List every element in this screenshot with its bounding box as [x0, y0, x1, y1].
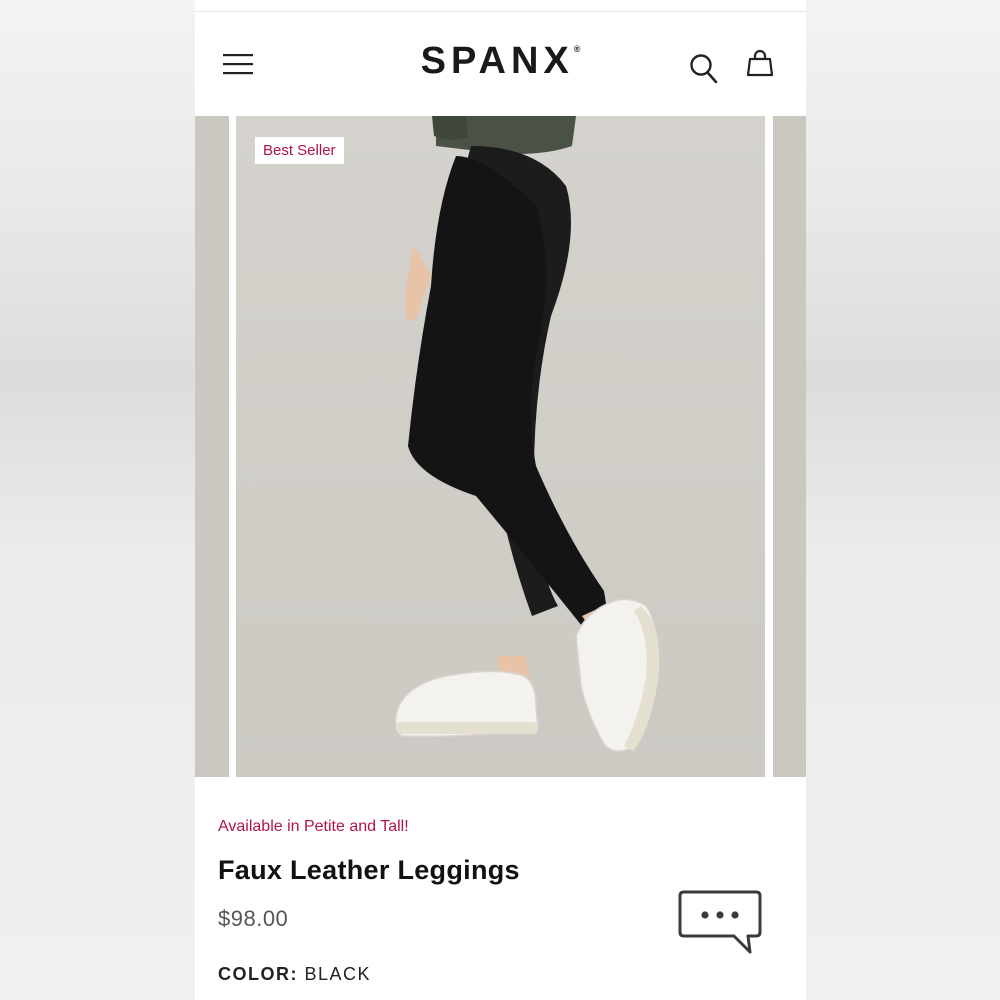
background-right [806, 0, 1000, 1000]
product-title: Faux Leather Leggings [218, 855, 520, 885]
chat-bubble-icon[interactable] [678, 888, 762, 958]
product-photo-illustration [394, 116, 660, 752]
product-image[interactable]: Best Seller [236, 116, 765, 777]
color-value: BLACK [304, 964, 372, 984]
product-image-carousel[interactable]: Best Seller [195, 116, 806, 777]
phone-screen: SPANX® Best Seller Available in Petite a… [195, 0, 806, 1000]
search-icon[interactable] [689, 52, 719, 84]
previous-slide[interactable] [195, 116, 229, 777]
status-strip [195, 0, 806, 12]
registered-mark: ® [573, 44, 581, 54]
availability-promo[interactable]: Available in Petite and Tall! [218, 818, 409, 836]
color-selector-label: COLOR: BLACK [218, 964, 371, 985]
next-slide[interactable] [773, 116, 806, 777]
shopping-bag-icon[interactable] [746, 48, 774, 78]
best-seller-badge: Best Seller [255, 137, 344, 164]
site-header: SPANX® [195, 12, 806, 116]
product-price: $98.00 [218, 906, 289, 931]
brand-name: SPANX [420, 40, 574, 82]
background-left [0, 0, 195, 1000]
color-label: COLOR: [218, 964, 298, 984]
